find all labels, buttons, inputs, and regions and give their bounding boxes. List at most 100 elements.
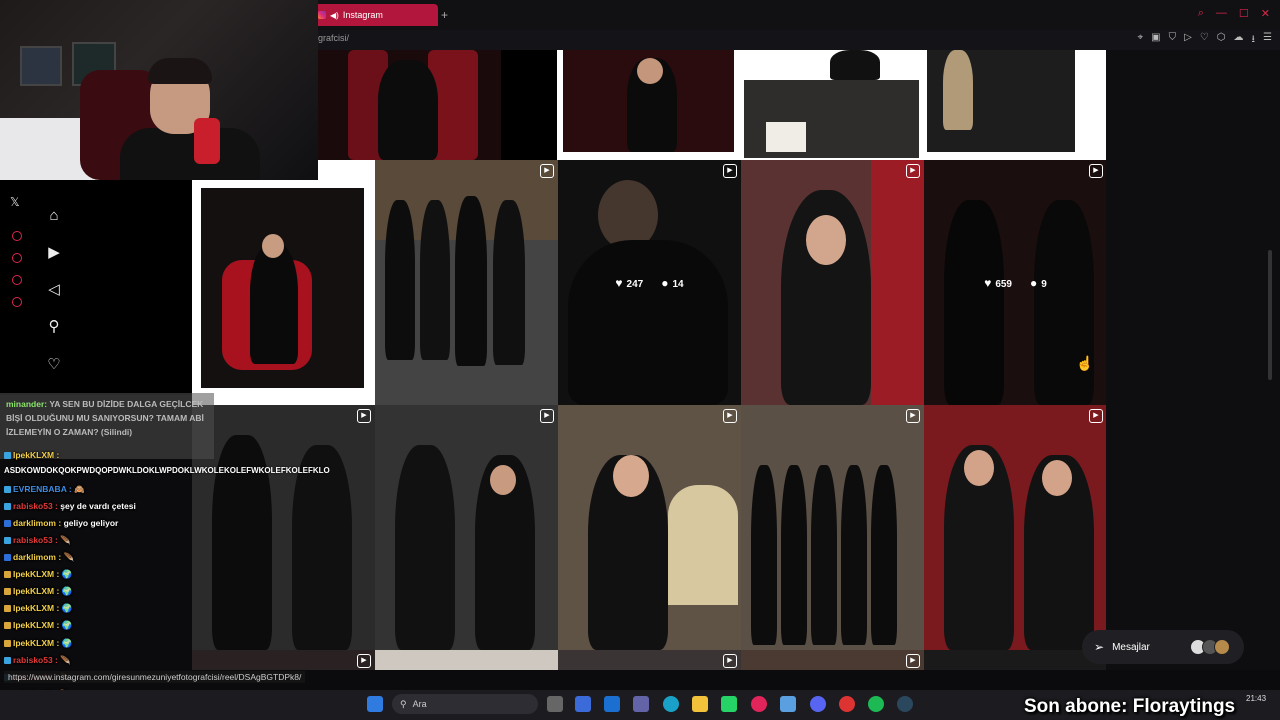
post-tile[interactable] — [923, 50, 1106, 160]
chat-message: IpekKLXM : — [4, 450, 59, 460]
post-grid: ▶ ♥ 247 ● 14 ▶ ▶ ♥ 659 ● 9 ▶ ▶ ▶ ▶ ▶ ▶ ▶… — [192, 50, 1106, 670]
whatsapp-icon[interactable] — [721, 696, 737, 712]
post-tile-hover[interactable]: ♥ 247 ● 14 ▶ — [558, 160, 741, 405]
reel-icon: ▶ — [357, 654, 371, 668]
scrollbar[interactable] — [1268, 250, 1272, 380]
post-tile[interactable]: ▶ — [558, 405, 741, 650]
discord-icon[interactable] — [810, 696, 826, 712]
chat-message: EVRENBABA : 🙈 — [4, 484, 85, 495]
post-tile[interactable]: ▶ — [375, 160, 558, 405]
screenshot-icon[interactable]: ▣ — [1151, 32, 1160, 49]
chrome-icon[interactable] — [839, 696, 855, 712]
chat-text: 🌍 — [61, 569, 73, 579]
search-icon: ⚲ — [400, 698, 407, 709]
close-button[interactable]: ✕ — [1261, 7, 1270, 20]
post-tile[interactable] — [740, 50, 923, 160]
maximize-button[interactable]: ☐ — [1239, 7, 1249, 20]
post-tile[interactable] — [375, 650, 558, 670]
store-icon[interactable] — [575, 696, 591, 712]
notifications-icon[interactable]: ♡ — [44, 355, 64, 375]
shield-icon[interactable]: ⛉ — [1169, 32, 1177, 49]
instagram-favicon-icon — [318, 11, 326, 19]
chat-badge-icon — [4, 486, 11, 494]
reel-icon: ▶ — [723, 654, 737, 668]
post-tile[interactable]: ▶ — [741, 650, 924, 670]
post-tile[interactable]: ▶ — [192, 405, 375, 650]
chat-badge-icon — [4, 640, 11, 648]
history-icon[interactable] — [12, 253, 22, 263]
play-icon[interactable]: ▷ — [1184, 32, 1192, 49]
post-tile[interactable]: ▶ — [558, 650, 741, 670]
chat-text: 🌍 — [61, 638, 73, 648]
outlook-icon[interactable] — [604, 696, 620, 712]
window-controls: ⌕ — ☐ ✕ — [1198, 7, 1270, 20]
cloud-icon[interactable]: ☁ — [1234, 32, 1244, 49]
post-tile[interactable]: ▶ — [375, 405, 558, 650]
heart-icon[interactable]: ♡ — [1200, 32, 1209, 49]
url-field[interactable]: grafcisi/ — [318, 33, 349, 43]
send-icon: ➢ — [1094, 640, 1105, 654]
likes-count: 659 — [995, 278, 1012, 290]
post-tile[interactable]: ▶ — [924, 405, 1106, 650]
reel-icon: ▶ — [906, 654, 920, 668]
chat-username: rabisko53 : — [13, 655, 58, 665]
steam-icon[interactable] — [897, 696, 913, 712]
chat-message: IpekKLXM : 🌍 — [4, 603, 72, 614]
download-icon[interactable]: ⭳ — [1252, 32, 1256, 49]
search-icon[interactable]: ⌕ — [1198, 7, 1204, 20]
pin-icon[interactable]: ⌖ — [1138, 32, 1144, 49]
chat-message: rabisko53 : 🪶 — [4, 655, 71, 666]
taskbar-search[interactable]: ⚲ Ara — [392, 694, 538, 714]
search-icon[interactable]: ⚲ — [44, 317, 64, 337]
search-placeholder: Ara — [412, 699, 427, 709]
post-tile-selected[interactable] — [192, 160, 375, 405]
minimize-button[interactable]: — — [1216, 7, 1227, 20]
post-tile[interactable] — [557, 50, 740, 160]
messages-button[interactable]: ➢ Mesajlar — [1082, 630, 1244, 664]
instagram-sidebar: 𝕏 ⌂ ▶ ◁ ⚲ ♡ — [0, 180, 192, 395]
x-logo-icon[interactable]: 𝕏 — [10, 195, 20, 209]
file-explorer-icon[interactable] — [692, 696, 708, 712]
new-tab-button[interactable]: + — [441, 8, 448, 22]
windows-start-icon[interactable] — [367, 696, 383, 712]
explore-icon[interactable]: ◁ — [44, 280, 64, 300]
chat-message: darklimom : geliyo geliyor — [4, 518, 118, 528]
menu-icon[interactable]: ☰ — [1263, 32, 1272, 49]
tab-instagram[interactable]: ◀) Instagram — [312, 4, 438, 26]
reel-icon: ▶ — [906, 164, 920, 178]
chat-badge-icon — [4, 554, 11, 562]
chat-username: IpekKLXM : — [13, 586, 60, 596]
edge-icon[interactable] — [663, 696, 679, 712]
chat-message: IpekKLXM : 🌍 — [4, 620, 72, 631]
post-tile[interactable]: ▶ — [741, 160, 924, 405]
extension-icon[interactable] — [12, 231, 22, 241]
post-tile[interactable] — [318, 50, 501, 160]
chat-text: 🌍 — [61, 620, 73, 630]
spotify-icon[interactable] — [868, 696, 884, 712]
home-icon[interactable]: ⌂ — [44, 206, 64, 226]
chat-icon[interactable] — [12, 275, 22, 285]
chat-message: IpekKLXM : 🌍 — [4, 586, 72, 597]
chat-badge-icon — [4, 503, 11, 511]
chat-message: rabisko53 : 🪶 — [4, 535, 71, 546]
chat-text: 🪶 — [60, 655, 71, 665]
post-tile[interactable]: ▶ — [192, 650, 375, 670]
chat-username: IpekKLXM : — [13, 569, 60, 579]
settings-icon[interactable] — [12, 297, 22, 307]
taskbar-clock: 21:43 — [1246, 694, 1267, 703]
avatar — [1214, 639, 1230, 655]
task-view-icon[interactable] — [547, 696, 563, 712]
teams-icon[interactable] — [633, 696, 649, 712]
post-tile[interactable] — [924, 650, 1106, 670]
post-stats-overlay: ♥ 247 ● 14 — [558, 160, 741, 405]
post-tile[interactable]: ▶ — [741, 405, 924, 650]
reels-icon[interactable]: ▶ — [44, 243, 64, 263]
tab-title: Instagram — [342, 10, 383, 20]
extensions-icon[interactable]: ⬡ — [1217, 32, 1226, 49]
audio-playing-icon[interactable]: ◀) — [330, 11, 339, 20]
chat-username: darklimom : — [13, 518, 62, 528]
app-icon[interactable] — [780, 696, 796, 712]
chat-text: 🌍 — [61, 586, 73, 596]
chat-username: IpekKLXM : — [13, 450, 60, 460]
opera-gx-icon[interactable] — [751, 696, 767, 712]
